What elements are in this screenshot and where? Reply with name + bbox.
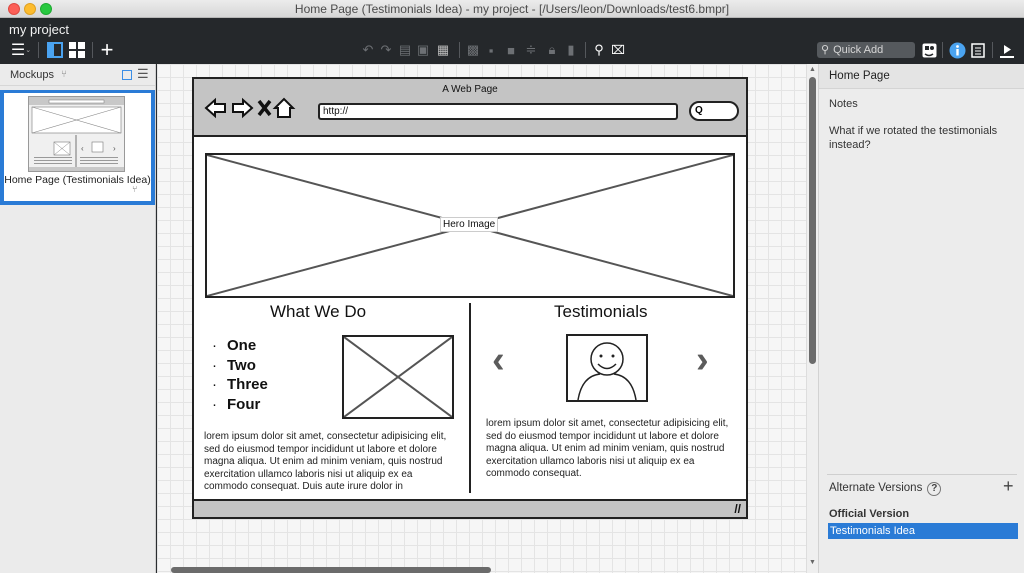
- presentation-icon[interactable]: [998, 41, 1016, 59]
- mockup-canvas[interactable]: A Web Page http:// Q Hero Image What We …: [157, 64, 806, 573]
- notes-label: Notes: [829, 98, 858, 110]
- hero-image-placeholder: Hero Image: [205, 153, 735, 298]
- search-icon: Q: [695, 105, 703, 116]
- undo-icon[interactable]: ↶: [360, 41, 376, 59]
- what-we-do-heading: What We Do: [270, 302, 367, 321]
- properties-panel: Home Page Notes What if we rotated the t…: [818, 64, 1024, 573]
- vertical-scrollbar[interactable]: ▲ ▼: [806, 64, 818, 573]
- bullet-item: Two: [212, 356, 268, 376]
- hero-image-label: Hero Image: [440, 217, 499, 232]
- branch-icon: ⑂: [61, 69, 67, 80]
- delete-icon[interactable]: ▮: [565, 41, 577, 59]
- home-icon: [272, 97, 296, 118]
- browser-nav-icons: [204, 97, 296, 119]
- help-icon[interactable]: ?: [927, 482, 942, 496]
- window-title: Home Page (Testimonials Idea) - my proje…: [294, 2, 730, 16]
- mockup-thumbnail-label: Home Page (Testimonials Idea): [4, 174, 151, 186]
- svg-text:‹: ‹: [81, 144, 84, 153]
- back-arrow-icon: [204, 97, 226, 119]
- paste-icon[interactable]: ▦: [436, 41, 450, 59]
- app-toolbar: my project ☰ ⌄ + ↶ ↷ ▤ ▣ ▦ ▩ ▪ ■ ≑ 🔒︎ ▮ ⚲…: [0, 18, 1024, 64]
- project-name[interactable]: my project: [9, 22, 69, 37]
- bullet-item: One: [212, 336, 268, 356]
- notes-text[interactable]: What if we rotated the testimonials inst…: [829, 124, 1019, 152]
- menu-icon[interactable]: ☰ ⌄: [9, 41, 33, 59]
- alternate-version-icon: ⑂: [132, 184, 138, 194]
- alternate-versions-label: Alternate Versions?: [829, 482, 942, 496]
- align-icon[interactable]: ≑: [524, 41, 538, 59]
- notes-icon[interactable]: [970, 41, 986, 59]
- bullet-item: Three: [212, 375, 268, 395]
- browser-title: A Web Page: [442, 84, 498, 95]
- scroll-up-icon[interactable]: ▲: [809, 66, 816, 73]
- mockups-panel-title: Mockups: [10, 69, 55, 81]
- list-view-icon[interactable]: ☰: [137, 66, 149, 82]
- add-icon[interactable]: +: [98, 37, 116, 62]
- browser-search-field[interactable]: Q: [689, 101, 739, 121]
- scroll-down-icon[interactable]: ▼: [809, 559, 816, 566]
- info-icon[interactable]: [948, 41, 966, 59]
- group-icon[interactable]: ▩: [466, 41, 480, 59]
- image-placeholder: [342, 335, 454, 419]
- bullet-item: Four: [212, 395, 268, 415]
- arrange-icon[interactable]: ■: [504, 41, 518, 59]
- svg-text:›: ›: [113, 144, 116, 153]
- column-divider: [469, 303, 471, 493]
- web-page-mockup[interactable]: A Web Page http:// Q Hero Image What We …: [192, 77, 748, 519]
- stop-icon: [257, 99, 272, 117]
- user-avatar-icon: [577, 342, 637, 401]
- single-panel-view-icon[interactable]: [46, 41, 64, 59]
- thumbnail-view-icon[interactable]: [122, 70, 132, 80]
- resize-handle-icon[interactable]: //: [734, 502, 741, 516]
- grid-view-icon[interactable]: [68, 41, 86, 59]
- lock-icon[interactable]: 🔒︎: [546, 41, 558, 59]
- markup-icon[interactable]: ⌧: [611, 41, 625, 59]
- mockups-panel: Mockups ⑂ ☰ ‹ › Home Page (Testimonials …: [0, 64, 156, 573]
- duplicate-icon[interactable]: ▣: [416, 41, 430, 59]
- version-testimonials-idea[interactable]: Testimonials Idea: [828, 523, 1018, 539]
- window-titlebar: Home Page (Testimonials Idea) - my proje…: [0, 0, 1024, 18]
- testimonial-paragraph: lorem ipsum dolor sit amet, consectetur …: [486, 418, 729, 479]
- find-icon[interactable]: ⚲: [591, 41, 607, 59]
- ungroup-icon[interactable]: ▪: [484, 41, 498, 59]
- quick-add-search-icon: ⚲: [821, 44, 830, 56]
- add-version-button[interactable]: +: [1003, 476, 1014, 497]
- divider: [827, 474, 1017, 475]
- mockup-thumbnail-image: ‹ ›: [28, 96, 125, 172]
- symbols-icon[interactable]: [921, 41, 937, 59]
- redo-icon[interactable]: ↷: [378, 41, 394, 59]
- mockup-name-field[interactable]: Home Page: [819, 64, 1024, 89]
- quick-add-input[interactable]: ⚲ Quick Add: [817, 42, 915, 58]
- mockups-panel-header: Mockups ⑂ ☰: [0, 64, 155, 86]
- browser-window-bar: A Web Page http:// Q: [194, 79, 746, 137]
- testimonial-avatar-placeholder: [566, 334, 648, 402]
- version-official[interactable]: Official Version: [829, 508, 909, 520]
- what-we-do-paragraph: lorem ipsum dolor sit amet, consectetur …: [204, 431, 447, 491]
- next-testimonial-arrow[interactable]: ›: [696, 339, 709, 382]
- bullet-list: One Two Three Four: [212, 336, 268, 414]
- vertical-scrollbar-thumb[interactable]: [809, 77, 816, 364]
- forward-arrow-icon: [232, 97, 254, 119]
- copy-icon[interactable]: ▤: [398, 41, 412, 59]
- horizontal-scrollbar[interactable]: [171, 567, 491, 573]
- mockup-thumbnail[interactable]: ‹ › Home Page (Testimonials Idea) ⑂: [0, 90, 155, 205]
- previous-testimonial-arrow[interactable]: ‹: [492, 339, 505, 382]
- url-field[interactable]: http://: [318, 103, 678, 120]
- browser-status-bar: //: [194, 499, 746, 517]
- testimonials-heading: Testimonials: [554, 302, 648, 321]
